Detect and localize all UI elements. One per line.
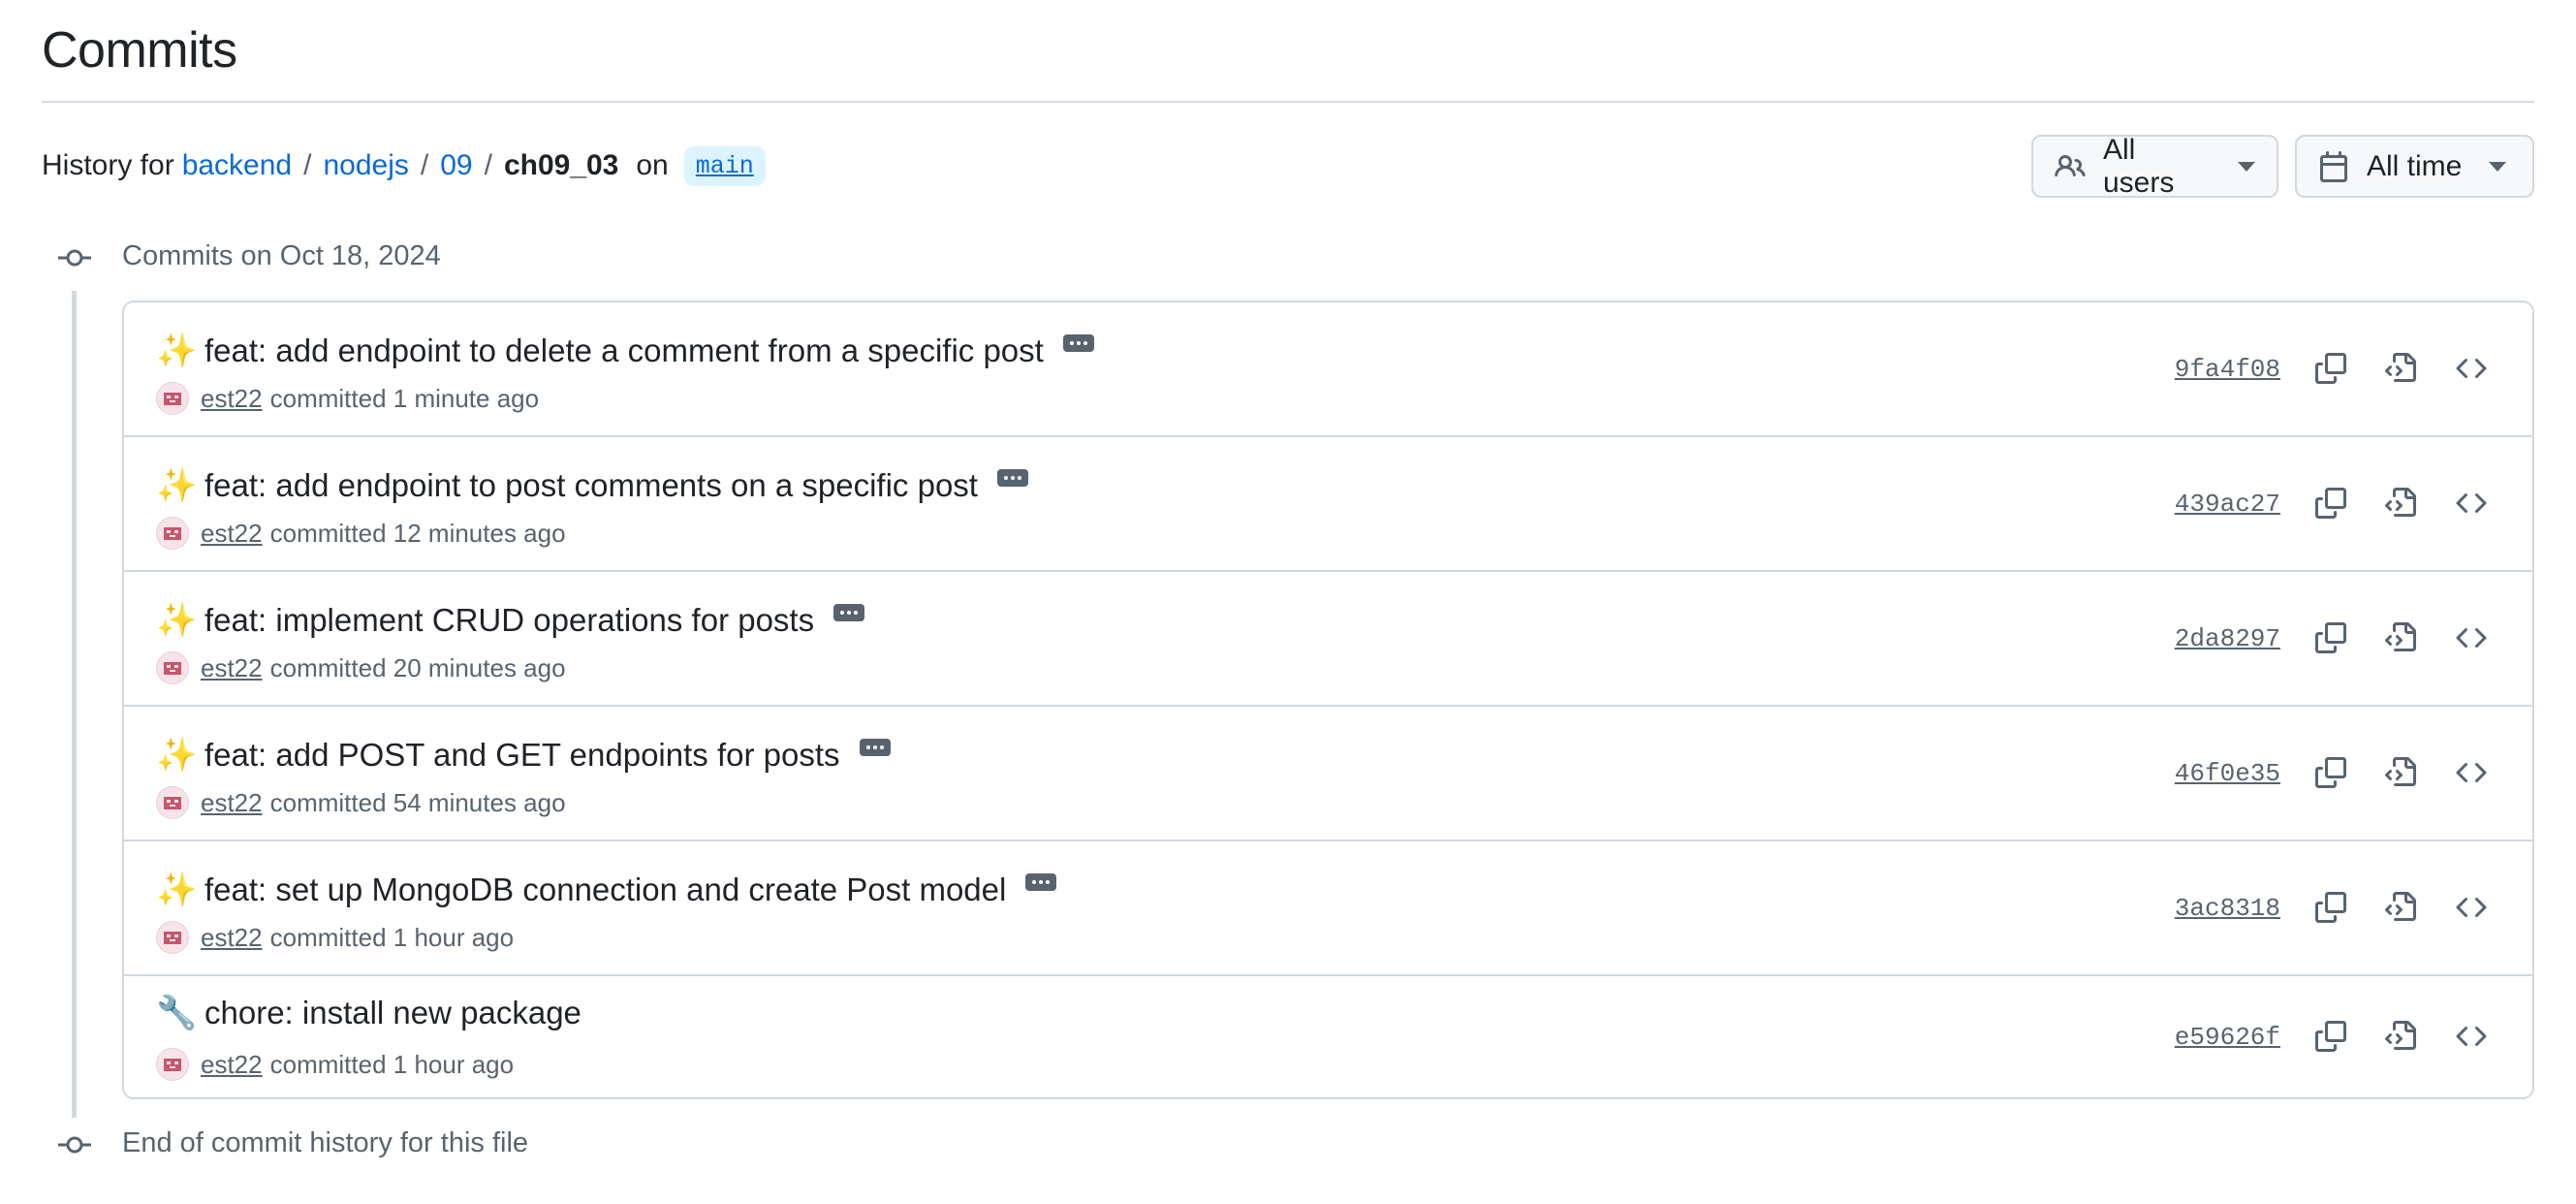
- file-code-icon[interactable]: [2384, 621, 2417, 654]
- breadcrumb-separator: /: [420, 149, 429, 181]
- breadcrumb-separator: /: [484, 149, 492, 181]
- commit-sha-link[interactable]: 46f0e35: [2175, 759, 2280, 788]
- breadcrumb-09[interactable]: 09: [440, 149, 472, 182]
- all-time-label: All time: [2367, 149, 2463, 182]
- sparkles-icon: ✨: [156, 467, 198, 504]
- commit-list: ✨ feat: add endpoint to delete a comment…: [122, 301, 2534, 1099]
- commit-message-link[interactable]: feat: add endpoint to delete a comment f…: [204, 333, 1044, 369]
- avatar[interactable]: [156, 786, 189, 819]
- commit-message-link[interactable]: feat: add POST and GET endpoints for pos…: [204, 737, 840, 774]
- chevron-down-icon: [2489, 161, 2507, 172]
- breadcrumb-current-file: ch09_03: [503, 149, 619, 181]
- commit-action: committed: [269, 922, 387, 952]
- commit-author-link[interactable]: est22: [201, 788, 263, 818]
- commit-author-link[interactable]: est22: [201, 384, 263, 414]
- commit-message-link[interactable]: feat: implement CRUD operations for post…: [204, 602, 814, 639]
- avatar[interactable]: [156, 517, 189, 550]
- commit-time: 20 minutes ago: [393, 652, 566, 682]
- history-prefix: History for: [42, 149, 174, 181]
- avatar[interactable]: [156, 651, 189, 684]
- code-icon[interactable]: [2455, 756, 2488, 789]
- commit-time: 54 minutes ago: [393, 787, 566, 817]
- commit-sha-link[interactable]: 2da8297: [2175, 624, 2280, 653]
- copy-icon[interactable]: [2314, 891, 2347, 924]
- code-icon[interactable]: [2455, 891, 2488, 924]
- commit-author-link[interactable]: est22: [201, 923, 263, 953]
- commit-history-page: Commits History for backend / nodejs / 0…: [0, 0, 2576, 1204]
- commit-action: committed: [269, 652, 387, 682]
- file-code-icon[interactable]: [2384, 487, 2417, 520]
- code-icon[interactable]: [2455, 487, 2488, 520]
- all-time-filter-button[interactable]: All time: [2295, 135, 2534, 198]
- code-icon[interactable]: [2455, 352, 2488, 385]
- breadcrumb-separator: /: [303, 149, 312, 181]
- commit-sha-link[interactable]: 3ac8318: [2175, 894, 2280, 923]
- commit-action: committed: [269, 518, 387, 548]
- commit-time: 1 hour ago: [393, 1049, 515, 1079]
- sparkles-icon: ✨: [156, 871, 198, 908]
- commit-row: ✨ feat: add endpoint to delete a comment…: [124, 302, 2532, 437]
- commits-date-heading: Commits on Oct 18, 2024: [122, 240, 441, 271]
- branch-badge[interactable]: main: [683, 145, 766, 186]
- commit-time: 1 minute ago: [393, 383, 540, 413]
- on-label: on: [636, 149, 669, 181]
- commit-action: committed: [269, 383, 387, 413]
- wrench-icon: 🔧: [156, 995, 198, 1031]
- commit-time: 12 minutes ago: [393, 518, 566, 548]
- commit-row: ✨ feat: add POST and GET endpoints for p…: [124, 707, 2532, 841]
- title-divider: [42, 101, 2534, 103]
- commit-row: ✨ feat: implement CRUD operations for po…: [124, 572, 2532, 707]
- history-breadcrumb: History for backend / nodejs / 09 / ch09…: [42, 145, 766, 186]
- avatar[interactable]: [156, 1048, 189, 1081]
- page-title: Commits: [42, 22, 237, 79]
- commit-author-link[interactable]: est22: [201, 1050, 263, 1080]
- commit-message-link[interactable]: chore: install new package: [204, 995, 581, 1031]
- chevron-down-icon: [2238, 161, 2255, 172]
- breadcrumb-nodejs[interactable]: nodejs: [323, 149, 408, 182]
- git-commit-icon: [58, 248, 91, 268]
- copy-icon[interactable]: [2314, 487, 2347, 520]
- commit-time: 1 hour ago: [393, 922, 515, 952]
- end-of-history-label: End of commit history for this file: [122, 1127, 529, 1158]
- git-commit-icon: [58, 1135, 91, 1155]
- commit-action: committed: [269, 787, 387, 817]
- commit-action: committed: [269, 1049, 387, 1079]
- expand-description-button[interactable]: [1025, 873, 1057, 891]
- file-code-icon[interactable]: [2384, 352, 2417, 385]
- file-code-icon[interactable]: [2384, 891, 2417, 924]
- code-icon[interactable]: [2455, 1020, 2488, 1053]
- copy-icon[interactable]: [2314, 621, 2347, 654]
- sparkles-icon: ✨: [156, 602, 198, 639]
- commit-message-link[interactable]: feat: set up MongoDB connection and crea…: [204, 871, 1006, 908]
- sparkles-icon: ✨: [156, 333, 198, 369]
- all-users-filter-button[interactable]: All users: [2031, 133, 2278, 199]
- commit-row: 🔧 chore: install new package est22 commi…: [124, 976, 2532, 1097]
- expand-description-button[interactable]: [996, 469, 1028, 487]
- avatar[interactable]: [156, 921, 189, 954]
- commit-sha-link[interactable]: 9fa4f08: [2175, 355, 2280, 384]
- copy-icon[interactable]: [2314, 352, 2347, 385]
- file-code-icon[interactable]: [2384, 756, 2417, 789]
- commit-row: ✨ feat: set up MongoDB connection and cr…: [124, 841, 2532, 976]
- sparkles-icon: ✨: [156, 737, 198, 774]
- timeline-line: [72, 291, 77, 1118]
- file-code-icon[interactable]: [2384, 1020, 2417, 1053]
- copy-icon[interactable]: [2314, 756, 2347, 789]
- commit-sha-link[interactable]: e59626f: [2175, 1023, 2280, 1052]
- expand-description-button[interactable]: [1062, 334, 1094, 352]
- commit-row: ✨ feat: add endpoint to post comments on…: [124, 437, 2532, 572]
- breadcrumb-backend[interactable]: backend: [182, 149, 292, 182]
- code-icon[interactable]: [2455, 621, 2488, 654]
- calendar-icon: [2318, 150, 2349, 182]
- expand-description-button[interactable]: [859, 739, 891, 756]
- commit-message-link[interactable]: feat: add endpoint to post comments on a…: [204, 467, 978, 504]
- avatar[interactable]: [156, 382, 189, 415]
- people-icon: [2055, 151, 2086, 182]
- commit-author-link[interactable]: est22: [201, 653, 263, 683]
- copy-icon[interactable]: [2314, 1020, 2347, 1053]
- expand-description-button[interactable]: [833, 604, 865, 621]
- commit-sha-link[interactable]: 439ac27: [2175, 490, 2280, 519]
- all-users-label: All users: [2103, 133, 2175, 199]
- commit-author-link[interactable]: est22: [201, 519, 263, 549]
